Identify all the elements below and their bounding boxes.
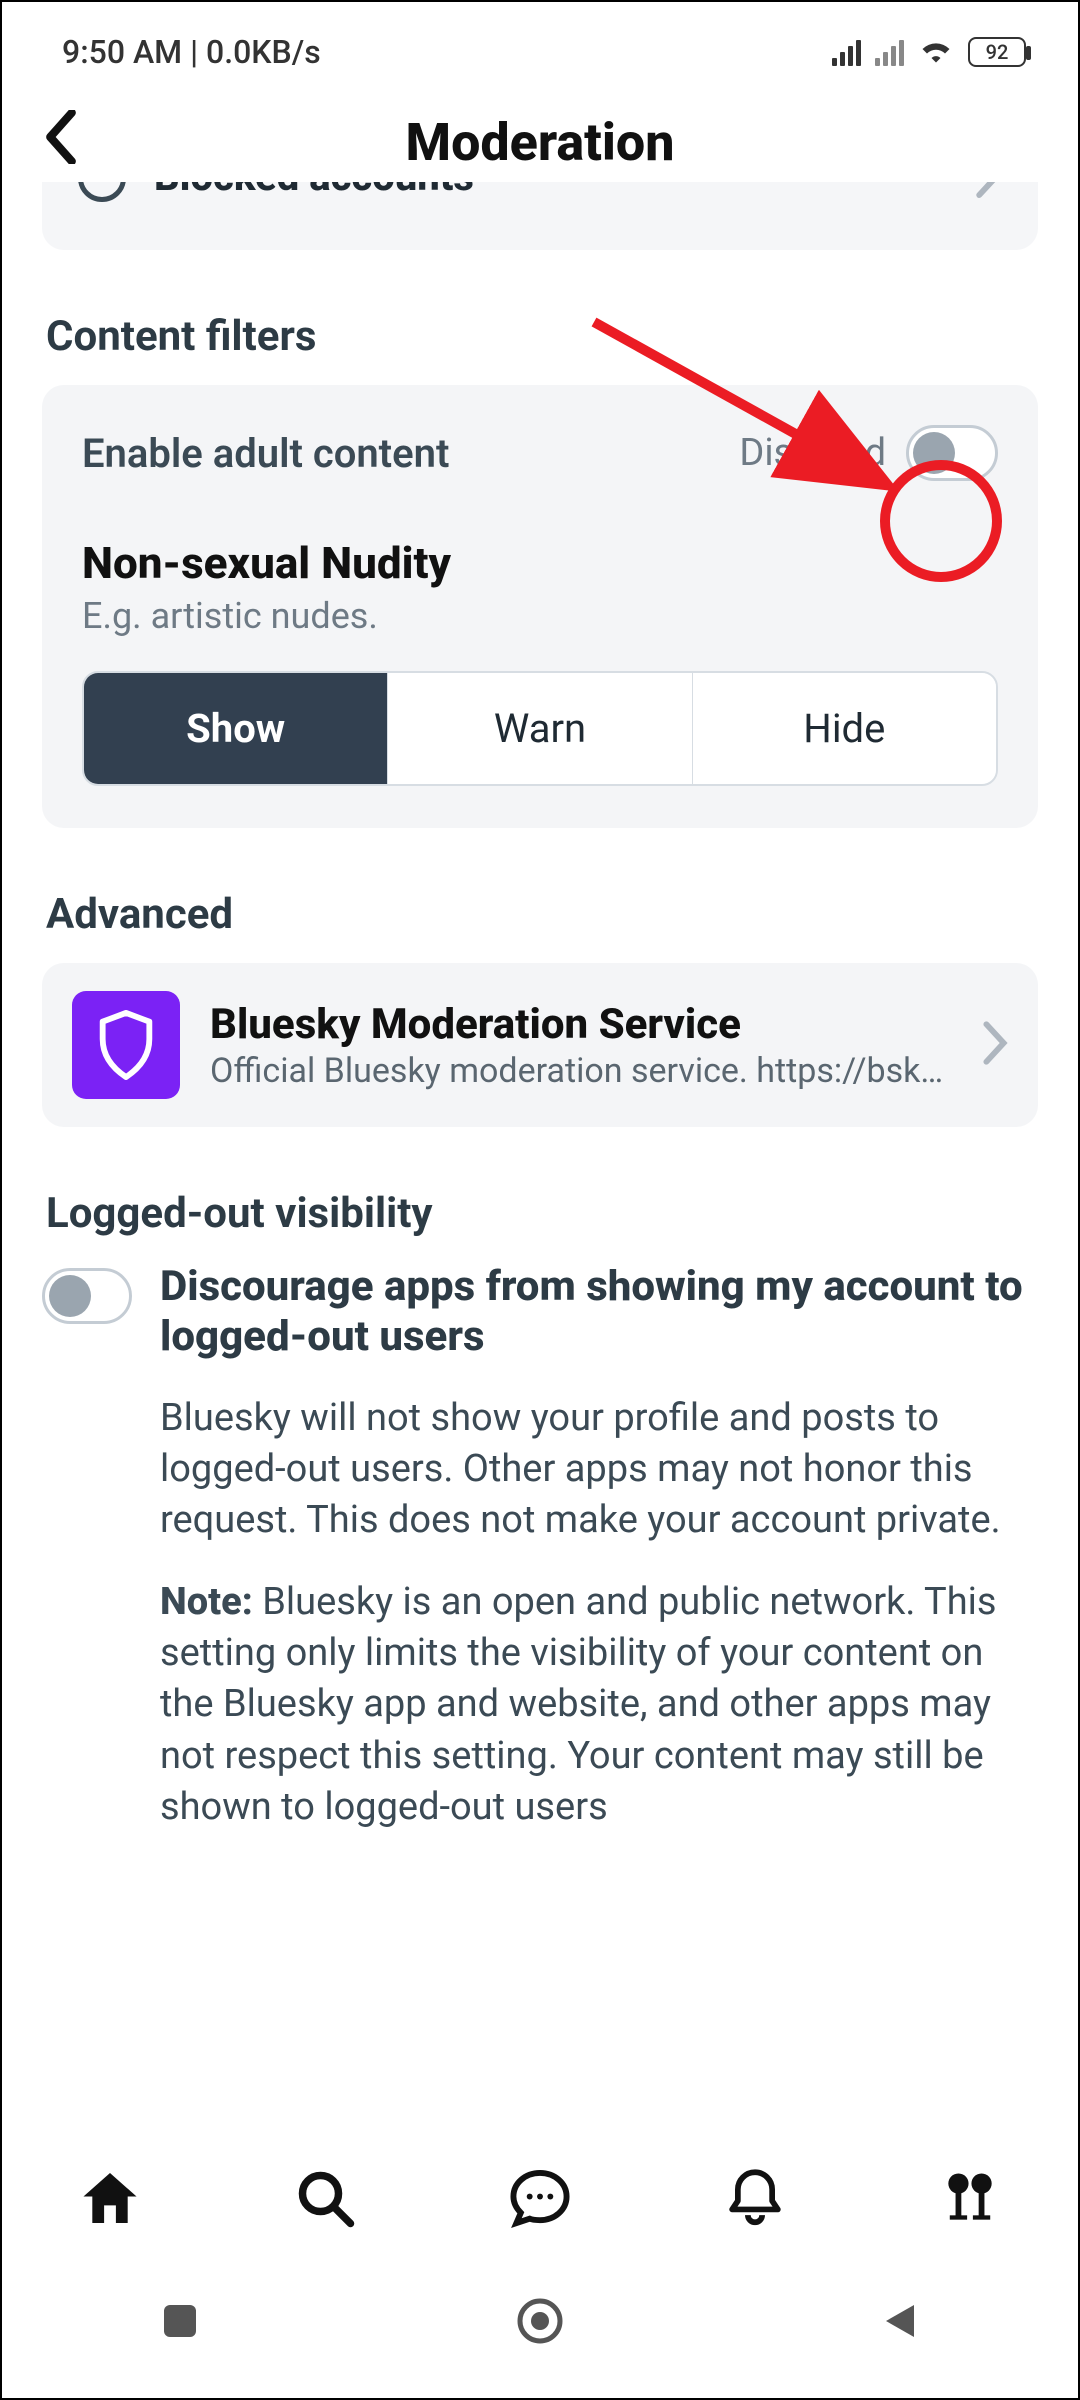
signal-icon xyxy=(832,38,861,66)
option-warn[interactable]: Warn xyxy=(388,673,692,784)
system-recents-button[interactable] xyxy=(158,2299,202,2347)
battery-icon: 92 xyxy=(968,37,1026,67)
note-prefix: Note: xyxy=(160,1580,253,1624)
blocked-accounts-row[interactable]: Blocked accounts xyxy=(42,182,1038,250)
adult-content-status: Disabled xyxy=(739,431,886,475)
blocked-icon xyxy=(78,182,126,202)
home-button[interactable] xyxy=(65,2163,155,2233)
wifi-icon xyxy=(918,33,954,71)
profile-button[interactable] xyxy=(925,2163,1015,2233)
chat-button[interactable] xyxy=(495,2163,585,2233)
adult-content-row: Enable adult content Disabled xyxy=(82,425,998,481)
system-home-button[interactable] xyxy=(514,2295,566,2351)
logged-out-toggle[interactable] xyxy=(42,1268,132,1324)
nudity-segmented: Show Warn Hide xyxy=(82,671,998,786)
status-net: 0.0KB/s xyxy=(206,33,321,71)
logged-out-note: Note: Bluesky is an open and public netw… xyxy=(160,1577,1038,1833)
back-button[interactable] xyxy=(44,110,78,168)
logged-out-title: Discourage apps from showing my account … xyxy=(160,1262,1038,1363)
logged-out-row: Discourage apps from showing my account … xyxy=(42,1262,1038,1833)
app-nav xyxy=(2,2138,1078,2258)
adult-content-label: Enable adult content xyxy=(82,430,449,477)
status-right: 92 xyxy=(832,33,1026,71)
shield-icon xyxy=(72,991,180,1099)
toggle-knob xyxy=(49,1275,91,1317)
option-hide[interactable]: Hide xyxy=(693,673,996,784)
toggle-knob xyxy=(913,432,955,474)
battery-level: 92 xyxy=(986,40,1009,64)
status-bar: 9:50 AM | 0.0KB/s 92 xyxy=(2,2,1078,92)
moderation-service-row[interactable]: Bluesky Moderation Service Official Blue… xyxy=(42,963,1038,1127)
page-header: Moderation xyxy=(2,92,1078,192)
chevron-right-icon xyxy=(974,182,1002,202)
system-back-button[interactable] xyxy=(878,2299,922,2347)
logged-out-body: Bluesky will not show your profile and p… xyxy=(160,1393,1038,1547)
nudity-desc: E.g. artistic nudes. xyxy=(82,595,998,637)
system-nav xyxy=(2,2248,1078,2398)
blocked-accounts-label: Blocked accounts xyxy=(154,182,474,200)
section-advanced: Advanced xyxy=(46,890,1038,939)
status-time: 9:50 AM xyxy=(62,33,182,71)
content-filters-card: Enable adult content Disabled Non-sexual… xyxy=(42,385,1038,828)
nudity-title: Non-sexual Nudity xyxy=(82,537,998,589)
status-left: 9:50 AM | 0.0KB/s xyxy=(62,33,321,71)
moderation-service-desc: Official Bluesky moderation service. htt… xyxy=(210,1051,952,1091)
section-content-filters: Content filters xyxy=(46,312,1038,361)
notifications-button[interactable] xyxy=(710,2163,800,2233)
option-show[interactable]: Show xyxy=(84,673,388,784)
page-title: Moderation xyxy=(406,112,675,173)
adult-content-toggle[interactable] xyxy=(906,425,998,481)
moderation-service-title: Bluesky Moderation Service xyxy=(210,1000,952,1049)
chevron-right-icon xyxy=(982,1021,1008,1069)
section-logged-out: Logged-out visibility xyxy=(46,1189,1038,1238)
search-button[interactable] xyxy=(280,2163,370,2233)
note-rest: Bluesky is an open and public network. T… xyxy=(160,1580,996,1829)
signal-icon-2 xyxy=(875,38,904,66)
